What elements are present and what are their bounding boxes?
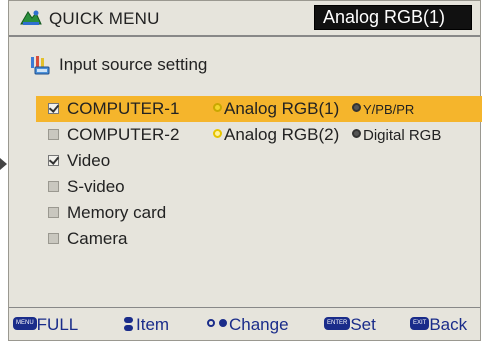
- checkbox-memory-card[interactable]: [48, 207, 59, 218]
- source-row-memory-card[interactable]: Memory card: [36, 200, 482, 226]
- source-label: S-video: [67, 177, 125, 196]
- checkbox-s-video[interactable]: [48, 181, 59, 192]
- option-digital-rgb[interactable]: Digital RGB: [352, 122, 441, 149]
- checkbox-camera[interactable]: [48, 233, 59, 244]
- pointer-arrow: [0, 158, 7, 170]
- radio-selected-icon: [213, 103, 222, 113]
- radio-unselected-icon: [352, 129, 361, 139]
- source-row-video[interactable]: Video: [36, 148, 482, 174]
- option-analog-rgb-2[interactable]: Analog RGB(2): [213, 122, 339, 148]
- input-source-icon: [31, 56, 50, 75]
- source-label: Video: [67, 151, 111, 170]
- section-title: Input source setting: [59, 55, 208, 74]
- source-label: COMPUTER-2: [67, 125, 180, 144]
- source-row-computer-2[interactable]: COMPUTER-2 Analog RGB(2) Digital RGB: [36, 122, 482, 148]
- footer-change[interactable]: Change: [207, 315, 289, 335]
- quick-menu-window: QUICK MENU Analog RGB(1) Input source se…: [8, 0, 482, 341]
- radio-unselected-icon: [352, 103, 361, 113]
- option-ypbpr[interactable]: Y/PB/PR: [352, 96, 414, 123]
- checkbox-computer-2[interactable]: [48, 129, 59, 140]
- up-down-key-icon: [124, 316, 133, 331]
- footer-full[interactable]: MENU FULL: [13, 315, 78, 335]
- quick-menu-icon: [20, 10, 42, 25]
- menu-content: Input source setting COMPUTER-1 Analog R…: [9, 37, 482, 308]
- checkbox-video[interactable]: [48, 155, 59, 166]
- option-analog-rgb-1[interactable]: Analog RGB(1): [213, 96, 339, 122]
- exit-key-icon: EXIT: [410, 317, 430, 331]
- left-right-key-icon: [207, 319, 227, 328]
- menu-title: QUICK MENU: [49, 9, 160, 28]
- source-row-computer-1[interactable]: COMPUTER-1 Analog RGB(1) Y/PB/PR: [36, 96, 482, 122]
- enter-key-icon: ENTER: [324, 317, 351, 331]
- source-row-s-video[interactable]: S-video: [36, 174, 482, 200]
- radio-selected-icon: [213, 129, 222, 139]
- source-label: Memory card: [67, 203, 167, 222]
- footer-back[interactable]: EXIT Back: [410, 315, 467, 335]
- title-bar: QUICK MENU Analog RGB(1): [9, 1, 480, 37]
- source-label: Camera: [67, 229, 128, 248]
- checkbox-computer-1[interactable]: [48, 103, 59, 114]
- source-label: COMPUTER-1: [67, 99, 180, 118]
- menu-key-icon: MENU: [13, 317, 37, 331]
- footer-set[interactable]: ENTER Set: [324, 315, 376, 335]
- source-row-camera[interactable]: Camera: [36, 226, 482, 252]
- current-source-indicator: Analog RGB(1): [314, 5, 472, 30]
- source-list: COMPUTER-1 Analog RGB(1) Y/PB/PR COMPUTE…: [36, 96, 482, 252]
- footer-help-bar: MENU FULL Item Change ENTER Set EXIT Back: [9, 307, 480, 340]
- footer-item[interactable]: Item: [124, 315, 169, 335]
